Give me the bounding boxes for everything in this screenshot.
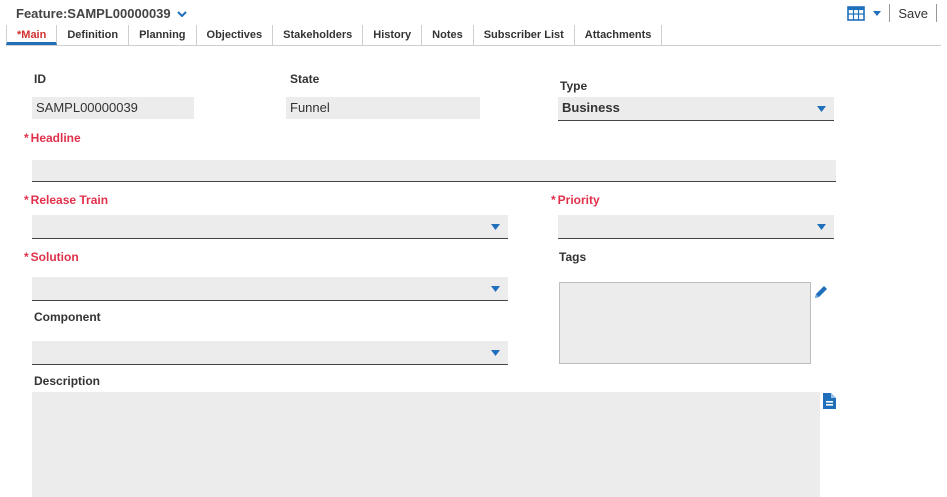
type-select[interactable]: Business — [558, 97, 834, 121]
document-icon[interactable] — [823, 393, 836, 409]
state-label: State — [290, 72, 320, 86]
required-marker: * — [24, 193, 29, 207]
header-actions: Save — [847, 4, 937, 22]
chevron-down-icon[interactable] — [176, 10, 187, 17]
priority-select[interactable] — [558, 215, 834, 239]
tab-subscriber-list[interactable]: Subscriber List — [474, 25, 575, 45]
pencil-icon[interactable] — [813, 284, 829, 300]
description-label: Description — [34, 374, 101, 388]
headline-input[interactable] — [32, 160, 836, 182]
caret-down-icon — [817, 106, 826, 112]
solution-label: * Solution — [24, 250, 79, 264]
page-title[interactable]: Feature:SAMPL00000039 — [16, 6, 187, 21]
component-select[interactable] — [32, 341, 508, 365]
release-train-label-text: Release Train — [30, 193, 109, 207]
required-marker: * — [24, 250, 29, 264]
release-train-select[interactable] — [32, 215, 508, 239]
solution-select[interactable] — [32, 277, 508, 301]
headline-label-text: Headline — [30, 131, 81, 145]
description-textarea[interactable] — [32, 392, 820, 497]
tab-main[interactable]: *Main — [6, 25, 58, 45]
tab-stakeholders[interactable]: Stakeholders — [273, 25, 364, 45]
tab-attachments[interactable]: Attachments — [575, 25, 663, 45]
tab-objectives[interactable]: Objectives — [197, 25, 274, 45]
component-label: Component — [34, 310, 101, 324]
divider — [936, 4, 937, 22]
priority-label: * Priority — [551, 193, 600, 207]
type-label: Type — [560, 79, 588, 93]
caret-down-icon — [491, 224, 500, 230]
solution-label-text: Solution — [30, 250, 79, 264]
tabs-spacer — [662, 25, 941, 45]
type-select-value: Business — [562, 100, 620, 115]
tab-notes[interactable]: Notes — [422, 25, 474, 45]
tab-definition[interactable]: Definition — [57, 25, 130, 45]
feature-title: Feature:SAMPL00000039 — [16, 6, 171, 21]
id-label: ID — [34, 72, 46, 86]
save-button[interactable]: Save — [898, 6, 928, 21]
tab-history[interactable]: History — [363, 25, 423, 45]
calendar-icon[interactable] — [847, 5, 866, 21]
tab-planning[interactable]: Planning — [129, 25, 197, 45]
priority-label-text: Priority — [557, 193, 600, 207]
headline-label: * Headline — [24, 131, 81, 145]
caret-down-icon[interactable] — [873, 10, 882, 16]
state-value: Funnel — [286, 97, 480, 119]
required-marker: * — [551, 193, 556, 207]
tab-bar: *Main Definition Planning Objectives Sta… — [6, 25, 941, 46]
release-train-label: * Release Train — [24, 193, 108, 207]
caret-down-icon — [817, 224, 826, 230]
caret-down-icon — [491, 350, 500, 356]
tags-box[interactable] — [559, 282, 811, 364]
id-value: SAMPL00000039 — [32, 97, 194, 119]
caret-down-icon — [491, 286, 500, 292]
tags-label: Tags — [559, 250, 587, 264]
divider — [889, 4, 891, 22]
required-marker: * — [24, 131, 29, 145]
